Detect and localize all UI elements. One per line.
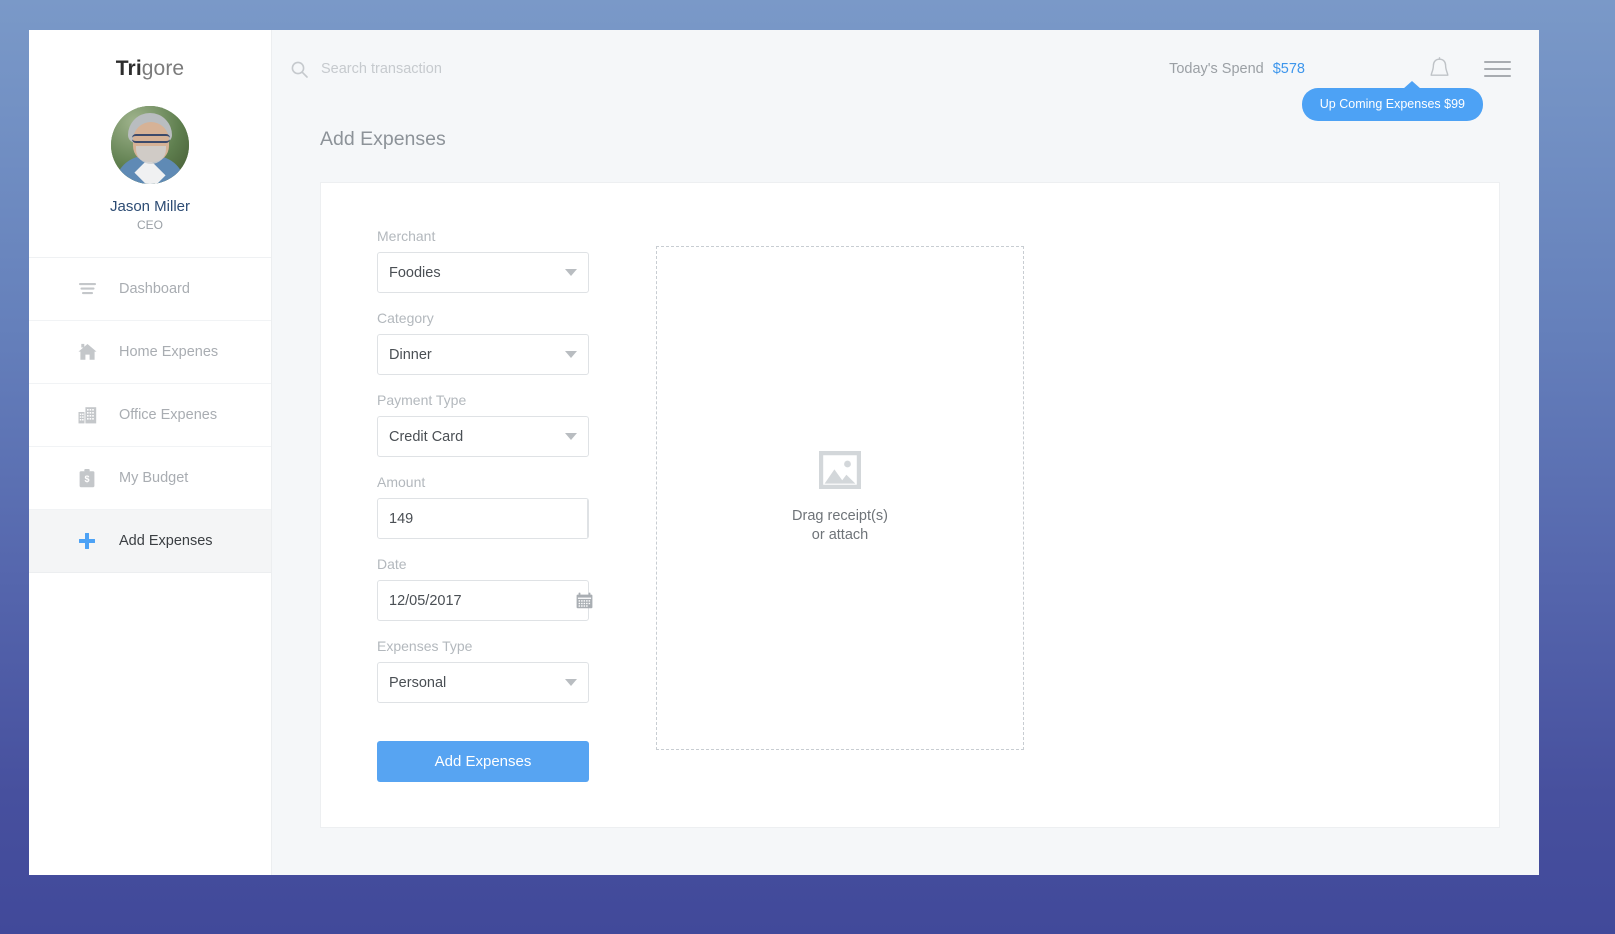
dropzone-line-1: Drag receipt(s) [792, 507, 888, 526]
chevron-down-icon [565, 351, 577, 358]
field-label: Date [377, 556, 651, 572]
sidebar-item-label: Office Expenes [119, 407, 217, 423]
category-select[interactable]: Dinner [377, 334, 589, 375]
sidebar-item-dashboard[interactable]: Dashboard [29, 258, 271, 321]
sidebar-item-office-expenses[interactable]: Office Expenes [29, 384, 271, 447]
receipt-dropzone-column: Drag receipt(s) or attach [651, 228, 1024, 827]
sidebar-nav: Dashboard Home Expenes [29, 258, 271, 573]
field-merchant: Merchant Foodies [377, 228, 651, 293]
field-label: Amount [377, 474, 651, 490]
sidebar-item-add-expenses[interactable]: Add Expenses [29, 510, 271, 573]
field-amount: Amount USD [377, 474, 651, 539]
amount-input[interactable] [378, 499, 587, 538]
search-box[interactable] [291, 61, 621, 78]
sidebar: Trigore Jason Miller CEO [29, 30, 272, 875]
top-bar: Today's Spend $578 Up Coming [272, 30, 1539, 108]
merchant-select-value: Foodies [389, 265, 441, 281]
add-expenses-submit-button[interactable]: Add Expenses [377, 741, 589, 782]
avatar-glasses [132, 134, 170, 143]
receipt-dropzone[interactable]: Drag receipt(s) or attach [656, 246, 1024, 750]
date-input[interactable] [389, 593, 576, 609]
chevron-down-icon [565, 679, 577, 686]
sidebar-item-label: My Budget [119, 470, 188, 486]
chevron-down-icon [565, 269, 577, 276]
notification-tooltip[interactable]: Up Coming Expenses $99 [1302, 88, 1483, 121]
add-expense-form-card: Merchant Foodies Category Dinner [320, 182, 1500, 828]
field-date: Date [377, 556, 651, 621]
brand-logo[interactable]: Trigore [29, 30, 271, 81]
brand-logo-strong: Tri [116, 57, 142, 80]
hamburger-line [1484, 68, 1511, 70]
field-payment-type: Payment Type Credit Card [377, 392, 651, 457]
field-label: Expenses Type [377, 638, 651, 654]
sidebar-item-my-budget[interactable]: $ My Budget [29, 447, 271, 510]
field-label: Payment Type [377, 392, 651, 408]
form-fields-column: Merchant Foodies Category Dinner [321, 228, 651, 827]
field-label: Merchant [377, 228, 651, 244]
sidebar-item-label: Add Expenses [119, 533, 213, 549]
sidebar-item-label: Dashboard [119, 281, 190, 297]
app-window: Trigore Jason Miller CEO [29, 30, 1539, 875]
hamburger-line [1484, 61, 1511, 63]
expenses-type-select[interactable]: Personal [377, 662, 589, 703]
profile-name: Jason Miller [29, 198, 271, 215]
home-icon [76, 343, 98, 361]
currency-select[interactable]: USD [587, 499, 589, 538]
merchant-select[interactable]: Foodies [377, 252, 589, 293]
hamburger-menu-icon[interactable] [1484, 61, 1511, 77]
plus-icon [76, 532, 98, 550]
list-lines-icon [76, 282, 98, 297]
top-bar-right: Today's Spend $578 [1169, 57, 1511, 82]
hamburger-line [1484, 75, 1511, 77]
payment-type-select-value: Credit Card [389, 429, 463, 445]
chevron-down-icon [565, 433, 577, 440]
content-area: Today's Spend $578 Up Coming [272, 30, 1539, 875]
svg-text:$: $ [84, 474, 89, 484]
date-control [377, 580, 589, 621]
clipboard-dollar-icon: $ [76, 469, 98, 488]
profile-block: Jason Miller CEO [29, 81, 271, 258]
todays-spend-value: $578 [1273, 61, 1305, 77]
sidebar-item-home-expenses[interactable]: Home Expenes [29, 321, 271, 384]
field-category: Category Dinner [377, 310, 651, 375]
avatar [111, 106, 189, 184]
field-expenses-type: Expenses Type Personal [377, 638, 651, 703]
brand-logo-light: gore [142, 57, 184, 80]
office-building-icon [76, 406, 98, 424]
dropzone-line-2: or attach [792, 526, 888, 545]
notifications-button[interactable] [1428, 57, 1451, 82]
category-select-value: Dinner [389, 347, 432, 363]
dropzone-text: Drag receipt(s) or attach [792, 507, 888, 545]
profile-role: CEO [29, 218, 271, 232]
todays-spend-label: Today's Spend [1169, 61, 1264, 77]
field-label: Category [377, 310, 651, 326]
payment-type-select[interactable]: Credit Card [377, 416, 589, 457]
expenses-type-select-value: Personal [389, 675, 446, 691]
sidebar-item-label: Home Expenes [119, 344, 218, 360]
bell-icon [1428, 57, 1451, 82]
search-input[interactable] [321, 61, 621, 77]
image-placeholder-icon [819, 451, 861, 494]
amount-control: USD [377, 498, 589, 539]
search-icon [291, 61, 308, 78]
calendar-icon[interactable] [576, 592, 593, 609]
